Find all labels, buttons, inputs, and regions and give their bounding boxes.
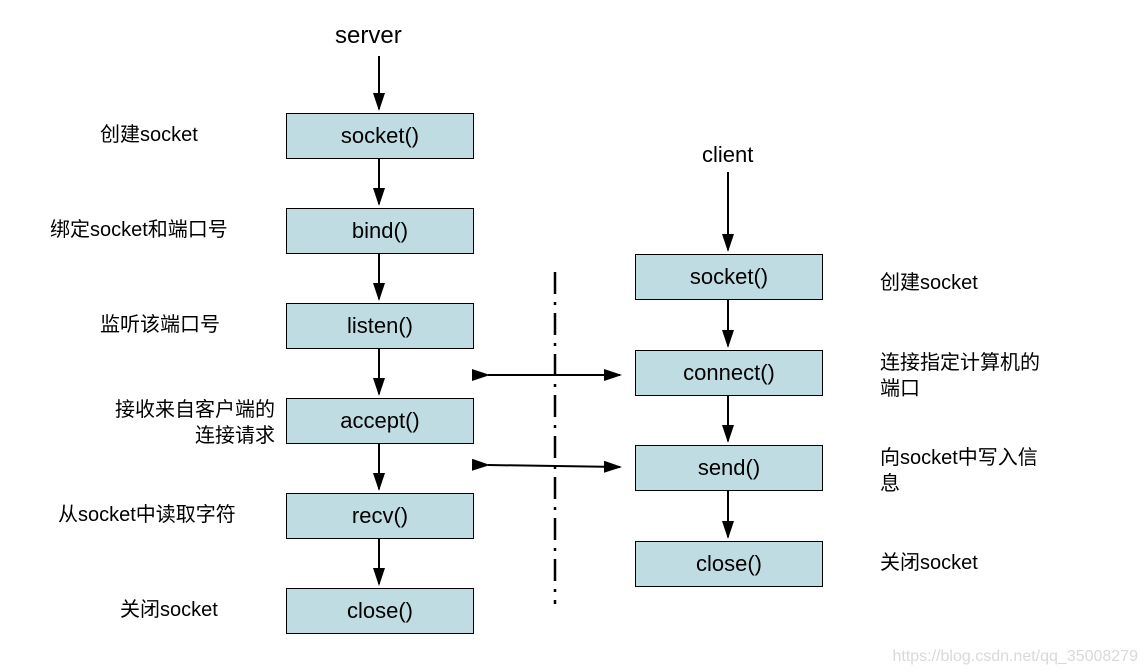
server-box-recv: recv() xyxy=(286,493,474,539)
server-box-bind: bind() xyxy=(286,208,474,254)
server-title: server xyxy=(335,22,402,50)
server-box-bind-text: bind() xyxy=(352,218,408,244)
arrow-cross-send xyxy=(488,465,620,467)
server-box-listen-text: listen() xyxy=(347,313,413,339)
client-box-send: send() xyxy=(635,445,823,491)
server-label-accept: 接收来自客户端的 连接请求 xyxy=(60,397,275,449)
server-label-recv: 从socket中读取字符 xyxy=(58,502,236,528)
server-box-accept: accept() xyxy=(286,398,474,444)
client-box-socket: socket() xyxy=(635,254,823,300)
server-box-socket-text: socket() xyxy=(341,123,419,149)
server-label-listen: 监听该端口号 xyxy=(100,312,220,338)
server-box-accept-text: accept() xyxy=(340,408,419,434)
server-box-listen: listen() xyxy=(286,303,474,349)
client-label-send: 向socket中写入信 息 xyxy=(880,445,1038,497)
client-box-close: close() xyxy=(635,541,823,587)
server-label-close: 关闭socket xyxy=(120,597,218,623)
server-box-recv-text: recv() xyxy=(352,503,408,529)
client-label-connect: 连接指定计算机的 端口 xyxy=(880,350,1040,402)
server-box-close-text: close() xyxy=(347,598,413,624)
server-label-socket: 创建socket xyxy=(100,122,198,148)
client-box-connect: connect() xyxy=(635,350,823,396)
client-box-connect-text: connect() xyxy=(683,360,775,386)
client-box-socket-text: socket() xyxy=(690,264,768,290)
server-box-close: close() xyxy=(286,588,474,634)
server-box-socket: socket() xyxy=(286,113,474,159)
watermark: https://blog.csdn.net/qq_35008279 xyxy=(892,648,1138,666)
client-box-close-text: close() xyxy=(696,551,762,577)
client-label-socket: 创建socket xyxy=(880,270,978,296)
client-label-close: 关闭socket xyxy=(880,550,978,576)
server-label-bind: 绑定socket和端口号 xyxy=(50,217,228,243)
client-box-send-text: send() xyxy=(698,455,760,481)
client-title: client xyxy=(702,142,753,168)
